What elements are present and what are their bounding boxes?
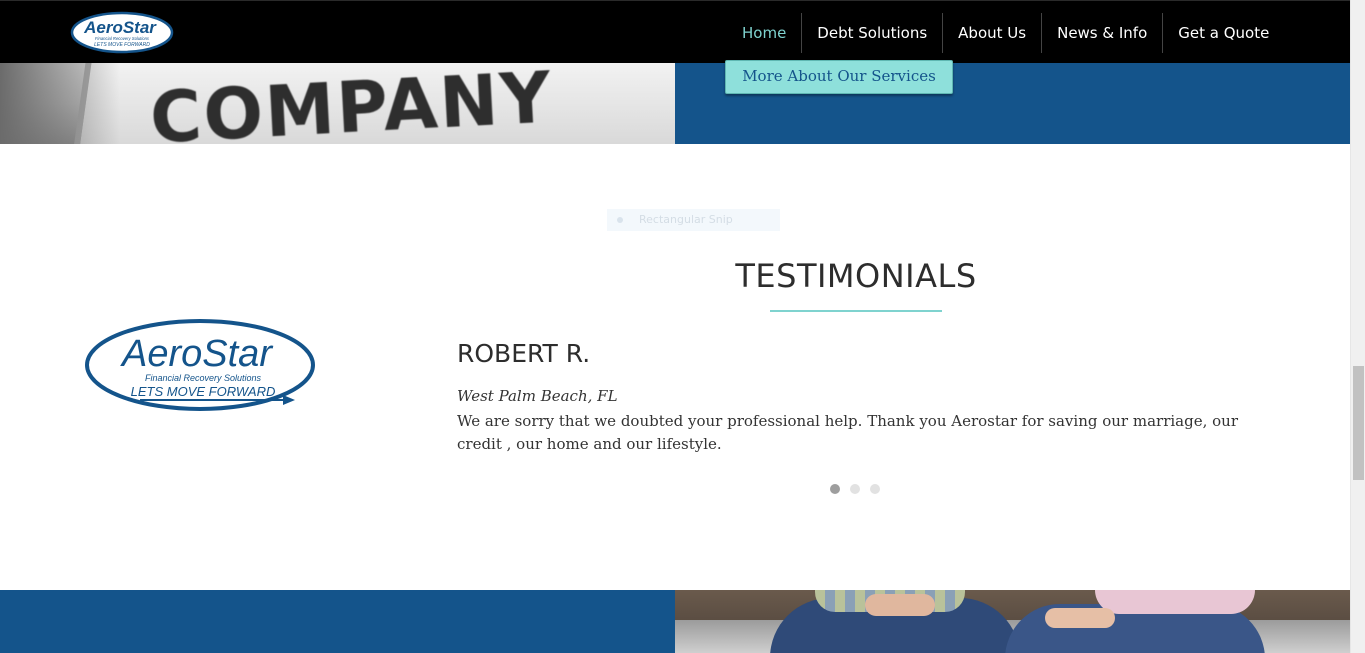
svg-text:LETS MOVE FORWARD: LETS MOVE FORWARD	[131, 384, 276, 399]
snip-label: Rectangular Snip	[639, 213, 733, 226]
snip-icon	[617, 217, 623, 223]
testimonial-quote: We are sorry that we doubted your profes…	[457, 412, 1238, 453]
nav-get-a-quote[interactable]: Get a Quote	[1162, 13, 1284, 53]
couple-photo	[675, 590, 1350, 653]
carousel-dot-3[interactable]	[870, 484, 880, 494]
photo-hands-left	[865, 594, 935, 616]
photo-shade	[0, 63, 120, 144]
nav-home[interactable]: Home	[727, 13, 801, 53]
carousel-dots	[830, 484, 880, 494]
nav-debt-solutions[interactable]: Debt Solutions	[801, 13, 942, 53]
more-about-services-button[interactable]: More About Our Services	[725, 60, 953, 94]
testimonial-author: ROBERT R.	[457, 339, 591, 368]
aerostar-logo-small[interactable]: AeroStar Financial Recovery Solutions LE…	[70, 11, 174, 54]
nav-news-info[interactable]: News & Info	[1041, 13, 1162, 53]
main-nav: Home Debt Solutions About Us News & Info…	[727, 13, 1284, 53]
company-sign-photo: COMPANY	[0, 63, 675, 144]
svg-text:Financial Recovery Solutions: Financial Recovery Solutions	[145, 373, 262, 383]
photo-shirt-right	[1095, 590, 1255, 614]
testimonials-heading: TESTIMONIALS	[735, 257, 977, 295]
svg-text:LETS MOVE FORWARD: LETS MOVE FORWARD	[94, 42, 150, 48]
testimonial-location: West Palm Beach, FL	[457, 387, 618, 405]
page-scrollbar[interactable]	[1350, 0, 1365, 653]
scrollbar-thumb[interactable]	[1353, 366, 1364, 480]
svg-text:AeroStar: AeroStar	[120, 333, 273, 375]
company-sign-text: COMPANY	[148, 63, 555, 144]
carousel-dot-1[interactable]	[830, 484, 840, 494]
site-header: AeroStar Financial Recovery Solutions LE…	[0, 0, 1350, 63]
carousel-dot-2[interactable]	[850, 484, 860, 494]
bottom-blue-panel	[0, 590, 675, 653]
aerostar-logo-large: AeroStar Financial Recovery Solutions LE…	[85, 319, 315, 411]
rectangular-snip-overlay: Rectangular Snip	[607, 209, 780, 231]
nav-about-us[interactable]: About Us	[942, 13, 1041, 53]
svg-text:Financial Recovery Solutions: Financial Recovery Solutions	[95, 36, 150, 41]
heading-underline	[770, 310, 942, 312]
photo-hands-right	[1045, 608, 1115, 628]
svg-text:AeroStar: AeroStar	[83, 18, 157, 37]
